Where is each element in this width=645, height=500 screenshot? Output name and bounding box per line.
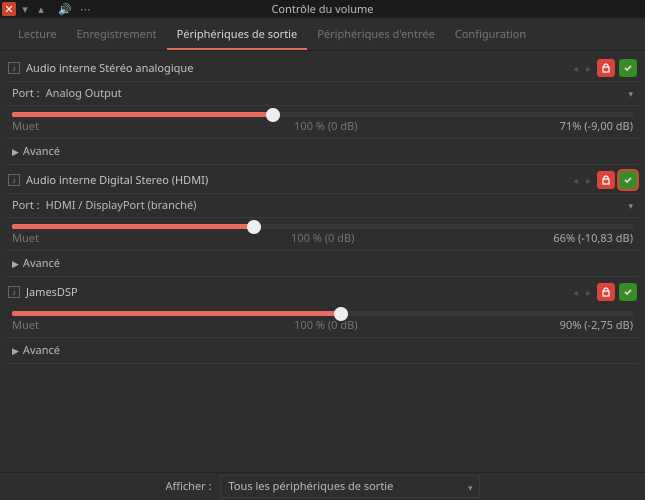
device-block: ♪Audio interne Digital Stereo (HDMI)◂▸Po… <box>6 167 639 277</box>
device-icon: ♪ <box>8 62 20 74</box>
window-title: Contrôle du volume <box>0 2 645 17</box>
footer-filter-select[interactable]: Tous les périphériques de sortie ▾ <box>220 475 480 498</box>
slider-fill <box>12 112 273 117</box>
advanced-toggle[interactable]: ▶ Avancé <box>6 138 639 165</box>
titlebar-app-icons: 🔊 ⋯ <box>48 2 91 17</box>
lock-button[interactable] <box>597 59 615 77</box>
window-controls: ✕ ▾ ▴ <box>0 2 48 16</box>
port-label: Port : <box>12 198 40 213</box>
device-header: ♪Audio interne Digital Stereo (HDMI)◂▸ <box>6 167 639 193</box>
volume-slider[interactable] <box>6 112 639 117</box>
footer-show-label: Afficher : <box>165 479 211 494</box>
volume-center-label: 100 % (0 dB) <box>92 318 560 333</box>
footer-bar: Afficher : Tous les périphériques de sor… <box>0 472 645 500</box>
advanced-label: Avancé <box>23 343 60 358</box>
chevron-down-icon: ▾ <box>468 481 473 494</box>
device-header: ♪Audio interne Stéréo analogique◂▸ <box>6 55 639 81</box>
slider-thumb[interactable] <box>266 108 280 122</box>
prev-icon[interactable]: ◂ <box>571 285 580 299</box>
volume-info-row: Muet100 % (0 dB)71% (-9,00 dB) <box>6 117 639 138</box>
mute-label[interactable]: Muet <box>12 119 92 134</box>
volume-slider[interactable] <box>6 311 639 316</box>
titlebar: ✕ ▾ ▴ 🔊 ⋯ Contrôle du volume <box>0 0 645 18</box>
volume-center-label: 100 % (0 dB) <box>92 231 553 246</box>
tab-recording[interactable]: Enregistrement <box>67 22 167 50</box>
advanced-label: Avancé <box>23 256 60 271</box>
advanced-toggle[interactable]: ▶ Avancé <box>6 337 639 364</box>
footer-filter-value: Tous les périphériques de sortie <box>229 479 394 494</box>
slider-fill <box>12 224 254 229</box>
device-name: Audio interne Stéréo analogique <box>26 61 565 76</box>
port-value: HDMI / DisplayPort (branché) <box>46 198 623 213</box>
slider-thumb[interactable] <box>334 307 348 321</box>
device-block: ♪JamesDSP◂▸Muet100 % (0 dB)90% (-2,75 dB… <box>6 279 639 364</box>
tab-playback[interactable]: Lecture <box>8 22 67 50</box>
device-header-controls: ◂▸ <box>571 283 637 301</box>
next-icon[interactable]: ▸ <box>584 173 593 187</box>
volume-right-label: 66% (-10,83 dB) <box>553 231 633 246</box>
volume-info-row: Muet100 % (0 dB)90% (-2,75 dB) <box>6 316 639 337</box>
close-icon[interactable]: ✕ <box>2 2 16 16</box>
volume-right-label: 90% (-2,75 dB) <box>560 318 633 333</box>
lock-button[interactable] <box>597 171 615 189</box>
mute-label[interactable]: Muet <box>12 318 92 333</box>
tab-configuration[interactable]: Configuration <box>445 22 536 50</box>
port-value: Analog Output <box>46 86 623 101</box>
expand-icon: ▶ <box>12 257 19 270</box>
next-icon[interactable]: ▸ <box>584 61 593 75</box>
volume-slider[interactable] <box>6 224 639 229</box>
tab-output-devices[interactable]: Périphériques de sortie <box>167 22 308 50</box>
prev-icon[interactable]: ◂ <box>571 61 580 75</box>
chevron-down-icon: ▾ <box>628 87 633 100</box>
tab-input-devices[interactable]: Périphériques d'entrée <box>307 22 445 50</box>
speaker-icon: 🔊 <box>58 2 72 17</box>
default-button[interactable] <box>619 171 637 189</box>
lock-button[interactable] <box>597 283 615 301</box>
tab-bar: Lecture Enregistrement Périphériques de … <box>0 18 645 51</box>
slider-fill <box>12 311 341 316</box>
volume-right-label: 71% (-9,00 dB) <box>560 119 633 134</box>
maximize-icon[interactable]: ▴ <box>34 2 48 16</box>
device-header: ♪JamesDSP◂▸ <box>6 279 639 305</box>
device-header-controls: ◂▸ <box>571 59 637 77</box>
minimize-icon[interactable]: ▾ <box>18 2 32 16</box>
device-name: JamesDSP <box>26 285 565 300</box>
device-icon: ♪ <box>8 286 20 298</box>
default-button[interactable] <box>619 283 637 301</box>
chevron-down-icon: ▾ <box>628 199 633 212</box>
expand-icon: ▶ <box>12 344 19 357</box>
port-select[interactable]: Port : Analog Output ▾ <box>6 81 639 106</box>
port-select[interactable]: Port : HDMI / DisplayPort (branché) ▾ <box>6 193 639 218</box>
menu-icon[interactable]: ⋯ <box>80 2 91 17</box>
device-list: ♪Audio interne Stéréo analogique◂▸Port :… <box>0 51 645 475</box>
advanced-toggle[interactable]: ▶ Avancé <box>6 250 639 277</box>
device-name: Audio interne Digital Stereo (HDMI) <box>26 173 565 188</box>
expand-icon: ▶ <box>12 145 19 158</box>
slider-thumb[interactable] <box>247 220 261 234</box>
advanced-label: Avancé <box>23 144 60 159</box>
slider-track <box>12 311 633 316</box>
next-icon[interactable]: ▸ <box>584 285 593 299</box>
volume-center-label: 100 % (0 dB) <box>92 119 560 134</box>
volume-info-row: Muet100 % (0 dB)66% (-10,83 dB) <box>6 229 639 250</box>
device-block: ♪Audio interne Stéréo analogique◂▸Port :… <box>6 55 639 165</box>
default-button[interactable] <box>619 59 637 77</box>
prev-icon[interactable]: ◂ <box>571 173 580 187</box>
mute-label[interactable]: Muet <box>12 231 92 246</box>
slider-track <box>12 112 633 117</box>
slider-track <box>12 224 633 229</box>
port-label: Port : <box>12 86 40 101</box>
device-header-controls: ◂▸ <box>571 171 637 189</box>
device-icon: ♪ <box>8 174 20 186</box>
